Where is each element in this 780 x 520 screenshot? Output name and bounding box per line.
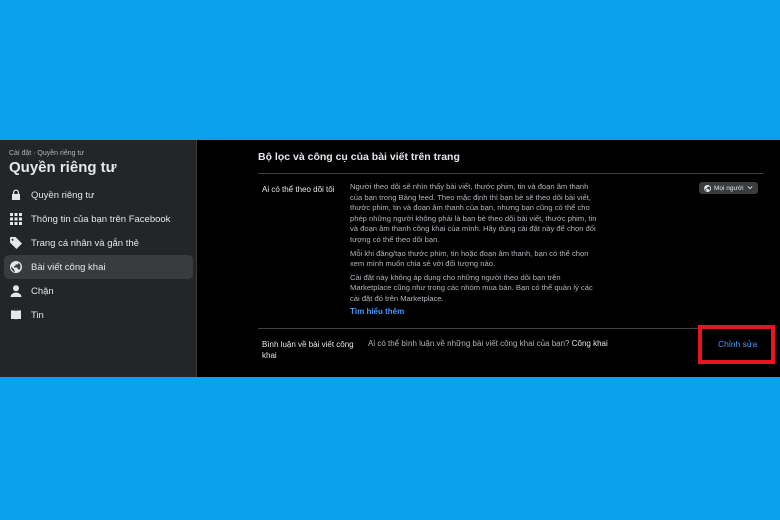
tag-icon [10, 237, 22, 249]
followers-description: Người theo dõi sẽ nhìn thấy bài viết, th… [350, 182, 600, 308]
followers-paragraph-2: Mỗi khi đăng/tạo thước phim, tin hoặc đo… [350, 248, 589, 269]
main-content: Bộ lọc và công cụ của bài viết trên tran… [198, 140, 780, 377]
comments-description: Ai có thể bình luận về những bài viết cô… [368, 339, 608, 348]
sidebar-item-label: Bài viết công khai [31, 261, 106, 273]
globe-icon [704, 184, 711, 192]
sidebar-item-stories[interactable]: Tin [4, 303, 193, 327]
sidebar-item-label: Quyền riêng tư [31, 189, 95, 201]
followers-label: Ai có thể theo dõi tôi [262, 185, 335, 194]
comments-label: Bình luận về bài viết công khai [262, 340, 354, 360]
settings-window: Cài đặt · Quyền riêng tư Quyền riêng tư … [0, 140, 780, 377]
book-icon [10, 309, 22, 321]
sidebar-item-label: Trang cá nhân và gắn thẻ [31, 237, 139, 249]
divider [258, 173, 763, 174]
lock-icon [10, 189, 22, 201]
audience-selector-label: Mọi người [714, 184, 744, 192]
sidebar-item-profile-tagging[interactable]: Trang cá nhân và gắn thẻ [4, 231, 193, 255]
learn-more-link[interactable]: Tìm hiểu thêm [350, 307, 404, 316]
sidebar-title: Quyền riêng tư [9, 159, 117, 176]
followers-paragraph-3: Cài đặt này không áp dụng cho những ngườ… [350, 272, 593, 303]
globe-icon [10, 261, 22, 273]
chevron-down-icon [747, 186, 753, 190]
sidebar-item-label: Thông tin của bạn trên Facebook [31, 213, 171, 225]
user-block-icon [10, 285, 22, 297]
sidebar-item-label: Tin [31, 309, 44, 321]
section-title: Bộ lọc và công cụ của bài viết trên tran… [258, 151, 460, 163]
sidebar-item-your-info[interactable]: Thông tin của bạn trên Facebook [4, 207, 193, 231]
sidebar: Cài đặt · Quyền riêng tư Quyền riêng tư … [0, 140, 197, 377]
breadcrumb[interactable]: Cài đặt · Quyền riêng tư [9, 150, 84, 157]
followers-paragraph-1: Người theo dõi sẽ nhìn thấy bài viết, th… [350, 182, 597, 244]
sidebar-item-public-posts[interactable]: Bài viết công khai [4, 255, 193, 279]
sidebar-nav: Quyền riêng tư Thông tin của bạn trên Fa… [4, 183, 193, 327]
sidebar-item-blocking[interactable]: Chặn [4, 279, 193, 303]
highlight-box [698, 325, 775, 364]
sidebar-item-privacy[interactable]: Quyền riêng tư [4, 183, 193, 207]
divider [258, 328, 763, 329]
comments-question: Ai có thể bình luận về những bài viết cô… [368, 339, 570, 348]
comments-value: Công khai [571, 339, 608, 348]
sidebar-item-label: Chặn [31, 285, 54, 297]
audience-selector-button[interactable]: Mọi người [699, 182, 758, 194]
grid-icon [10, 213, 22, 225]
